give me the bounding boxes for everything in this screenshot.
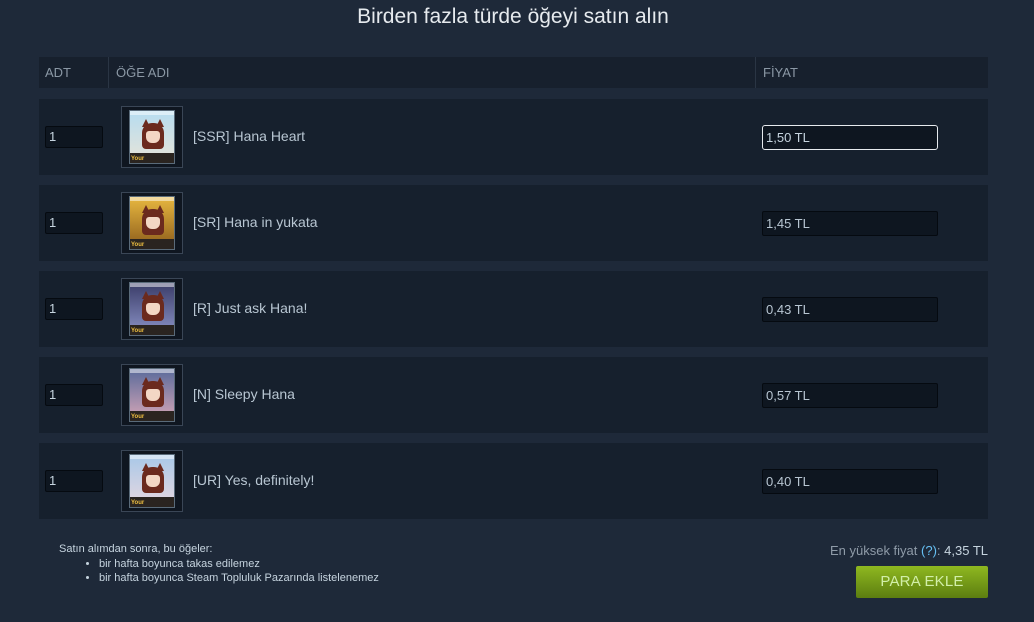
- notes-list: bir hafta boyunca takas edilemez bir haf…: [59, 557, 379, 585]
- card-badge: Your: [131, 242, 145, 248]
- price-input[interactable]: 0,40 TL: [762, 469, 938, 494]
- price-input[interactable]: 0,43 TL: [762, 297, 938, 322]
- item-thumbnail[interactable]: Your: [121, 106, 183, 168]
- trading-card-image: Your: [129, 196, 175, 250]
- quantity-input[interactable]: 1: [45, 470, 103, 492]
- max-price: En yüksek fiyat (?): 4,35 TL: [830, 543, 988, 558]
- trading-card-image: Your: [129, 110, 175, 164]
- card-badge: Your: [131, 156, 145, 162]
- item-name[interactable]: [SSR] Hana Heart: [193, 128, 305, 144]
- page-title: Birden fazla türde öğeyi satın alın: [357, 5, 669, 28]
- max-price-value: 4,35 TL: [944, 543, 988, 558]
- price-input[interactable]: 1,45 TL: [762, 211, 938, 236]
- item-row: 1 Your [SR] Hana in yukata 1,45 TL: [39, 185, 988, 261]
- card-badge: Your: [131, 500, 145, 506]
- trading-card-image: Your: [129, 454, 175, 508]
- item-name[interactable]: [N] Sleepy Hana: [193, 386, 295, 402]
- column-header-qty: ADT: [39, 57, 109, 88]
- notes-item: bir hafta boyunca takas edilemez: [99, 557, 379, 571]
- card-badge: Your: [131, 328, 145, 334]
- item-name[interactable]: [UR] Yes, definitely!: [193, 472, 314, 488]
- item-row: 1 Your [R] Just ask Hana! 0,43 TL: [39, 271, 988, 347]
- quantity-input[interactable]: 1: [45, 126, 103, 148]
- item-name[interactable]: [R] Just ask Hana!: [193, 300, 307, 316]
- price-input[interactable]: 0,57 TL: [762, 383, 938, 408]
- add-funds-button[interactable]: PARA EKLE: [856, 566, 988, 598]
- page: Birden fazla türde öğeyi satın alın ADT …: [0, 0, 1034, 622]
- card-badge: Your: [131, 414, 145, 420]
- quantity-input[interactable]: 1: [45, 384, 103, 406]
- notes-heading: Satın alımdan sonra, bu öğeler:: [59, 543, 213, 555]
- item-thumbnail[interactable]: Your: [121, 450, 183, 512]
- quantity-input[interactable]: 1: [45, 212, 103, 234]
- items-table: ADT ÖĞE ADI FİYAT 1 Your [SSR] Hana Heart 1…: [39, 57, 988, 519]
- price-input[interactable]: 1,50 TL: [762, 125, 938, 150]
- trading-card-image: Your: [129, 282, 175, 336]
- item-thumbnail[interactable]: Your: [121, 192, 183, 254]
- column-header-price: FİYAT: [763, 65, 798, 80]
- purchase-notes: Satın alımdan sonra, bu öğeler: bir haft…: [59, 543, 379, 585]
- item-row: 1 Your [UR] Yes, definitely! 0,40 TL: [39, 443, 988, 519]
- item-name[interactable]: [SR] Hana in yukata: [193, 214, 318, 230]
- max-price-label: En yüksek fiyat: [829, 543, 922, 558]
- quantity-input[interactable]: 1: [45, 298, 103, 320]
- table-header: ADT ÖĞE ADI FİYAT: [39, 57, 988, 88]
- column-header-name: ÖĞE ADI: [110, 57, 756, 88]
- trading-card-image: Your: [129, 368, 175, 422]
- max-price-help-link[interactable]: (?): [921, 543, 937, 558]
- item-thumbnail[interactable]: Your: [121, 364, 183, 426]
- notes-item: bir hafta boyunca Steam Topluluk Pazarın…: [99, 571, 379, 585]
- item-row: 1 Your [SSR] Hana Heart 1,50 TL: [39, 99, 988, 175]
- item-row: 1 Your [N] Sleepy Hana 0,57 TL: [39, 357, 988, 433]
- item-thumbnail[interactable]: Your: [121, 278, 183, 340]
